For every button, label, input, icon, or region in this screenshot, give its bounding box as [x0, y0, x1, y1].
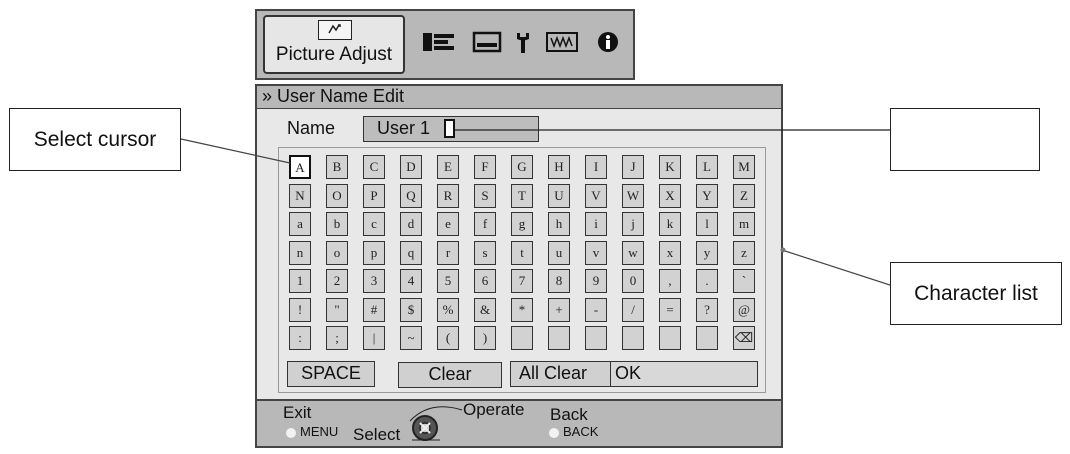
- callout-select-cursor: Select cursor: [9, 108, 181, 171]
- callout-lines: [180, 129, 891, 441]
- callout-character-list: Character list: [890, 262, 1062, 325]
- callout-name-field: [890, 108, 1040, 171]
